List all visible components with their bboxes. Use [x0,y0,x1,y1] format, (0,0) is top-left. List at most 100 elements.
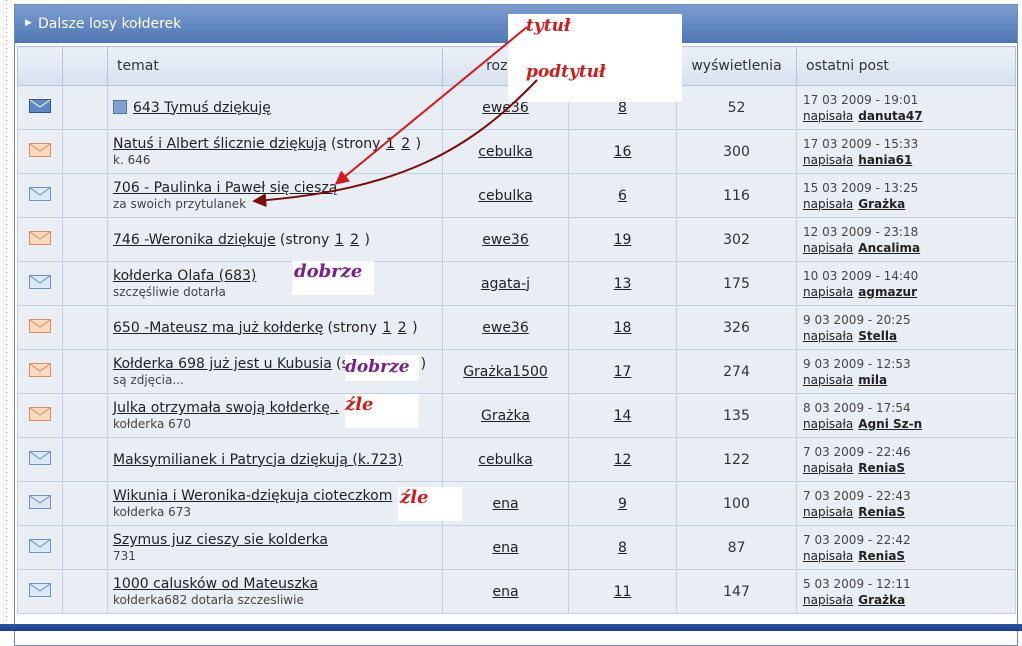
topic-cell: 1000 calusków od Mateuszka kołderka682 do… [107,569,443,614]
topic-title-link[interactable]: 746 -Weronika dziękuje [113,232,276,248]
table-row: Kołderka 698 już jest u Kubusia (strony … [17,349,1016,394]
topic-cell: 706 - Paulinka i Paweł się cieszą za swoi… [107,173,443,218]
collapse-arrow-icon[interactable]: ▶ [25,18,32,28]
replies-link[interactable]: 11 [614,584,632,600]
col-header-views[interactable]: wyświetlenia [676,46,797,86]
author-link[interactable]: cebulka [478,188,532,204]
topic-title-link[interactable]: 643 Tymuś dziękuję [133,100,271,116]
author-link[interactable]: Grażka [481,408,530,424]
page-link[interactable]: 1 [382,320,391,336]
author-link[interactable]: agata-j [481,276,530,292]
last-post-user[interactable]: hania61 [858,153,912,167]
topic-title-link[interactable]: Maksymilianek i Patrycja dziękują (k.723… [113,452,403,468]
status-cell [17,217,63,262]
last-post-link[interactable]: napisała [803,241,853,255]
last-post-link[interactable]: napisała [803,593,853,607]
author-link[interactable]: ena [492,584,518,600]
replies-link[interactable]: 14 [614,408,632,424]
topic-title-link[interactable]: 650 -Mateusz ma już kołderkę [113,320,323,336]
topic-cell: Maksymilianek i Patrycja dziękują (k.723… [107,437,443,482]
author-link[interactable]: cebulka [478,144,532,160]
replies-link[interactable]: 6 [618,188,627,204]
last-post-link[interactable]: napisała [803,109,853,123]
table-row: 746 -Weronika dziękuje (strony 1 2 ) ewe3… [17,217,1016,262]
table-row: kołderka Olafa (683) szczęśliwie dotarła a… [17,261,1016,306]
topic-title-link[interactable]: Szymus juz cieszy sie kolderka [113,532,328,548]
status-cell [17,437,63,482]
empty-cell [62,525,108,570]
last-post-user[interactable]: Grażka [858,593,905,607]
col-header-topic[interactable]: temat [107,46,443,86]
replies-link[interactable]: 9 [618,496,627,512]
author-link[interactable]: ewe36 [482,232,529,248]
topics-table: temat rozpo wyświetlenia ostatni post 64… [17,46,1016,614]
replies-link[interactable]: 18 [614,320,632,336]
replies-link[interactable]: 17 [614,364,632,380]
last-post-cell: 8 03 2009 - 17:54 napisała Agni Sz-n [796,393,1016,438]
replies-cell: 9 [568,481,677,526]
last-post-link[interactable]: napisała [803,197,853,211]
last-post-date: 15 03 2009 - 13:25 [803,180,919,195]
page-link[interactable]: 1 [335,232,344,248]
author-link[interactable]: ena [492,496,518,512]
page-link[interactable]: 2 [398,320,407,336]
last-post-date: 7 03 2009 - 22:43 [803,488,911,503]
last-post-user[interactable]: ReniaS [858,461,905,475]
topic-title-link[interactable]: Julka otrzymała swoją kołderkę . [113,400,339,416]
last-post-link[interactable]: napisała [803,417,853,431]
topic-cell: kołderka Olafa (683) szczęśliwie dotarła [107,261,443,306]
replies-link[interactable]: 16 [614,144,632,160]
views-cell: 300 [676,129,797,174]
topic-title-link[interactable]: kołderka Olafa (683) [113,268,256,284]
replies-link[interactable]: 8 [618,540,627,556]
author-link[interactable]: Grażka1500 [463,364,548,380]
last-post-user[interactable]: Grażka [858,197,905,211]
topic-cell: Natuś i Albert ślicznie dziękują (strony… [107,129,443,174]
topic-title-link[interactable]: 1000 calusków od Mateuszka [113,576,318,592]
empty-cell [62,173,108,218]
page-link[interactable]: 2 [401,136,410,152]
last-post-date: 8 03 2009 - 17:54 [803,400,911,415]
last-post-link[interactable]: napisała [803,373,853,387]
replies-cell: 8 [568,525,677,570]
replies-cell: 17 [568,349,677,394]
last-post-link[interactable]: napisała [803,505,853,519]
topic-title-link[interactable]: Wikunia i Weronika-dziękuja cioteczkom [113,488,392,504]
replies-link[interactable]: 13 [614,276,632,292]
col-header-icon2 [62,46,108,86]
col-header-last-post[interactable]: ostatni post [796,46,1016,86]
table-row: Natuś i Albert ślicznie dziękują (strony… [17,129,1016,174]
empty-cell [62,129,108,174]
last-post-link[interactable]: napisała [803,461,853,475]
page-left-border [0,0,14,631]
replies-link[interactable]: 12 [614,452,632,468]
last-post-user[interactable]: agmazur [858,285,917,299]
last-post-link[interactable]: napisała [803,329,853,343]
topic-title-link[interactable]: 706 - Paulinka i Paweł się cieszą [113,180,337,196]
last-post-user[interactable]: ReniaS [858,549,905,563]
last-post-link[interactable]: napisała [803,285,853,299]
topic-title-link[interactable]: Natuś i Albert ślicznie dziękują [113,136,327,152]
topic-cell: 643 Tymuś dziękuję [107,85,443,130]
author-link[interactable]: ena [492,540,518,556]
status-cell [17,481,63,526]
page-link[interactable]: 1 [386,136,395,152]
page-link[interactable]: 2 [350,232,359,248]
last-post-user[interactable]: danuta47 [858,109,922,123]
table-row: 706 - Paulinka i Paweł się cieszą za swoi… [17,173,1016,218]
last-post-user[interactable]: mila [858,373,887,387]
last-post-user[interactable]: ReniaS [858,505,905,519]
author-link[interactable]: ewe36 [482,320,529,336]
last-post-user[interactable]: Stella [858,329,897,343]
last-post-user[interactable]: Ancalima [858,241,920,255]
last-post-user[interactable]: Agni Sz-n [858,417,922,431]
replies-link[interactable]: 19 [614,232,632,248]
last-post-link[interactable]: napisała [803,153,853,167]
views-cell: 147 [676,569,797,614]
topic-title-link[interactable]: Kołderka 698 już jest u Kubusia [113,356,332,372]
last-post-link[interactable]: napisała [803,549,853,563]
replies-cell: 14 [568,393,677,438]
last-post-date: 5 03 2009 - 12:11 [803,576,911,591]
author-cell: cebulka [442,437,569,482]
author-link[interactable]: cebulka [478,452,532,468]
